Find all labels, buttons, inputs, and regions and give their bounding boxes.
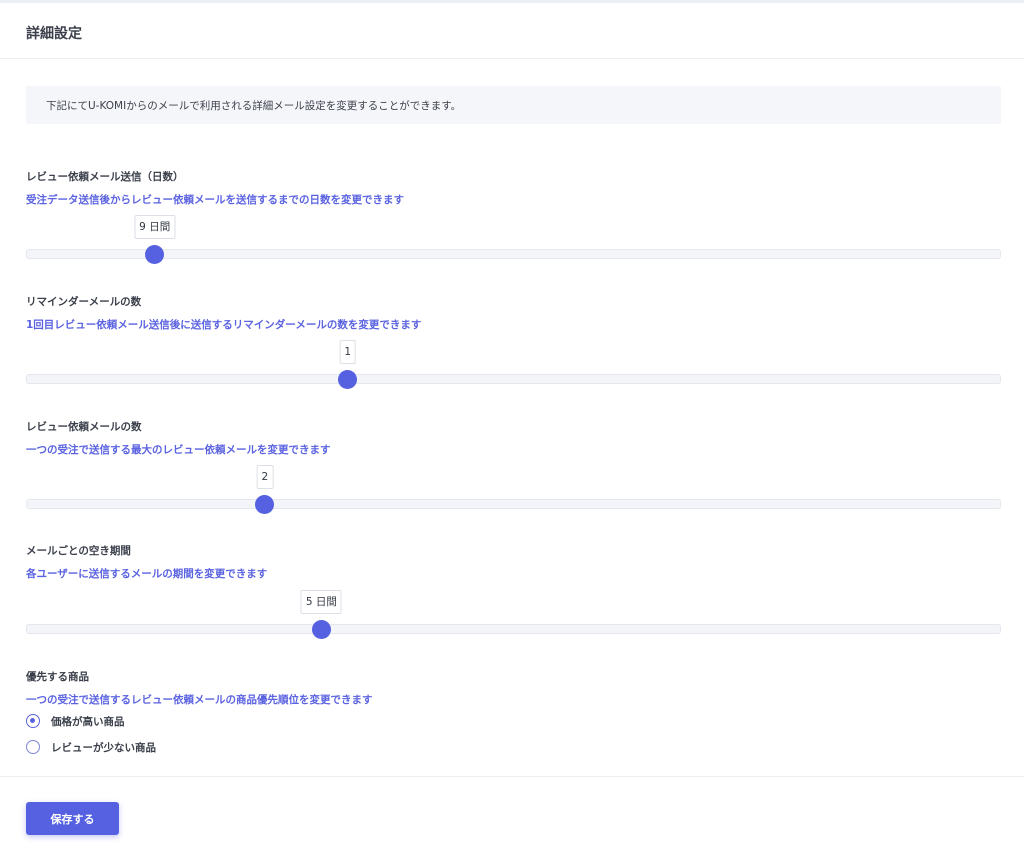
setting-label: レビュー依頼メール送信（日数） [26, 171, 184, 183]
setting-label: リマインダーメールの数 [26, 296, 142, 308]
setting-description: 1回目レビュー依頼メール送信後に送信するリマインダーメールの数を変更できます [26, 319, 422, 331]
footer-divider [0, 776, 1024, 777]
slider-value-tooltip: 9 日間 [134, 215, 176, 239]
card-header: 詳細設定 [0, 3, 1024, 59]
radio-label: レビューが少ない商品 [51, 742, 156, 754]
slider-handle[interactable] [255, 495, 275, 514]
slider-value-tooltip: 1 [339, 340, 357, 364]
radio-label: 価格が高い商品 [51, 716, 125, 728]
slider-value-tooltip: 5 日間 [300, 590, 342, 614]
setting-description: 各ユーザーに送信するメールの期間を変更できます [26, 568, 268, 580]
slider-track[interactable] [26, 624, 1001, 634]
slider-handle[interactable] [311, 620, 331, 639]
setting-description: 受注データ送信後からレビュー依頼メールを送信するまでの日数を変更できます [26, 194, 404, 206]
slider-track[interactable] [26, 499, 1001, 509]
info-box: 下記にてU-KOMIからのメールで利用される詳細メール設定を変更することができま… [26, 86, 1001, 124]
radio-button-unchecked[interactable] [26, 740, 40, 754]
setting-label: レビュー依頼メールの数 [26, 421, 142, 433]
radio-button-checked[interactable] [26, 714, 40, 728]
slider-handle[interactable] [338, 370, 358, 389]
setting-label: メールごとの空き期間 [26, 545, 131, 557]
info-text: 下記にてU-KOMIからのメールで利用される詳細メール設定を変更することができま… [46, 100, 462, 112]
page-title: 詳細設定 [26, 26, 82, 42]
slider-value-tooltip: 2 [256, 465, 274, 489]
setting-description: 一つの受注で送信する最大のレビュー依頼メールを変更できます [26, 444, 331, 456]
slider-handle[interactable] [145, 245, 165, 264]
slider-track[interactable] [26, 374, 1001, 384]
slider-track[interactable] [26, 249, 1001, 259]
save-button[interactable]: 保存する [26, 802, 119, 835]
setting-label: 優先する商品 [26, 671, 89, 683]
setting-description: 一つの受注で送信するレビュー依頼メールの商品優先順位を変更できます [26, 694, 373, 706]
